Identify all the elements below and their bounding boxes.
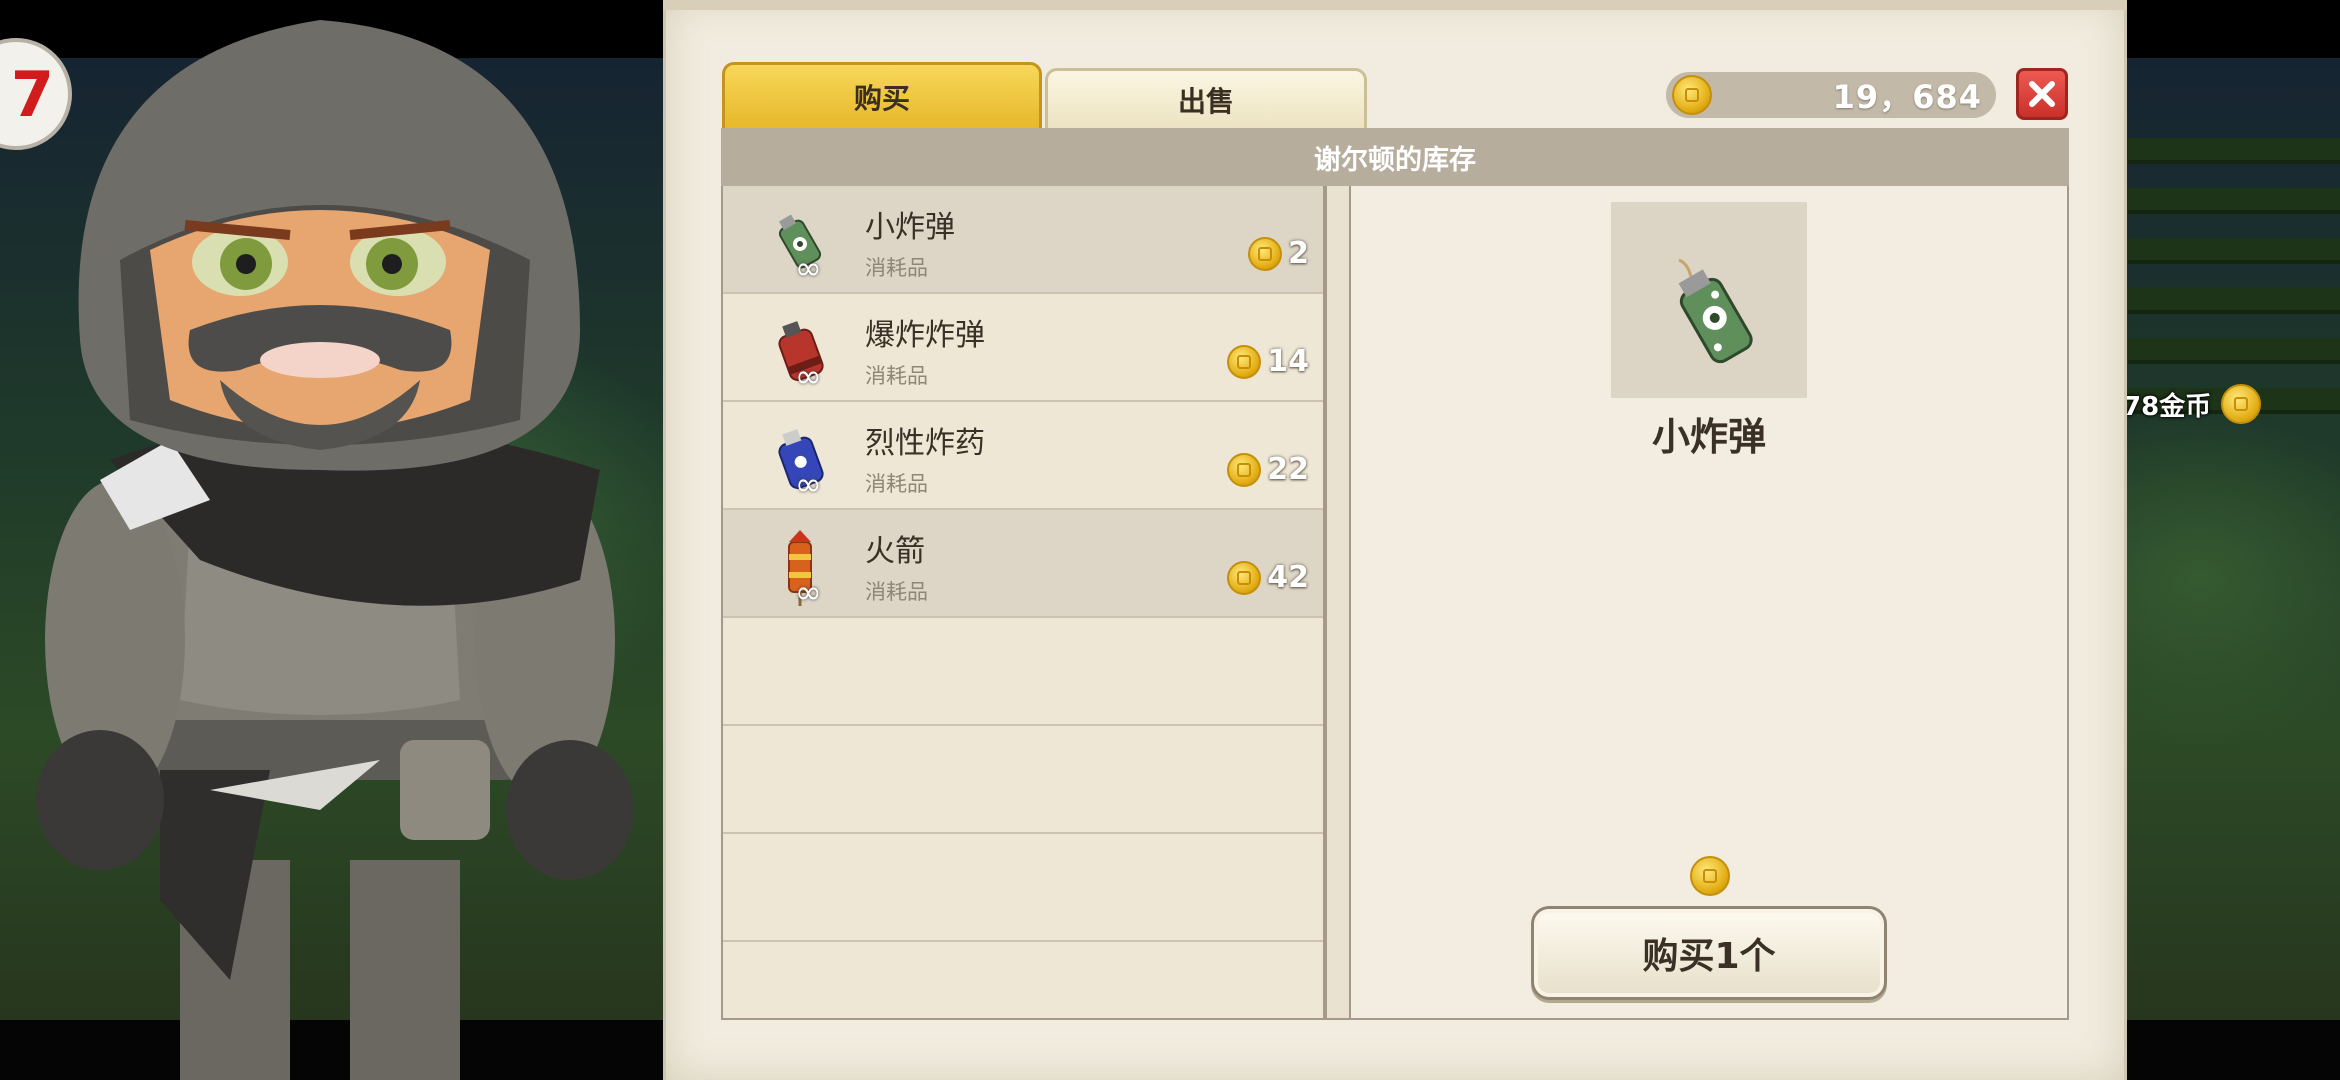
list-item-explosive-bomb[interactable]: ∞ 爆炸炸弹 消耗品 14 [723,294,1323,402]
inventory-title-bar: 谢尔顿的库存 [721,128,2069,186]
coin-icon [1227,452,1262,487]
item-price: 42 [1227,560,1309,595]
item-price: 14 [1227,344,1309,379]
list-item-small-bomb[interactable]: ∞ 小炸弹 消耗品 2 [723,186,1323,294]
empty-list-slot [723,726,1323,834]
item-name: 烈性炸药 [865,426,985,461]
close-button[interactable] [2016,68,2068,120]
item-type: 消耗品 [865,580,928,604]
detail-item-name: 小炸弹 [1651,415,1766,459]
item-price: 2 [1248,236,1309,271]
infinite-stock-icon: ∞ [795,357,822,395]
item-type: 消耗品 [865,364,928,388]
item-price-value: 2 [1288,236,1309,271]
coin-icon [1227,344,1262,379]
item-list: ∞ 小炸弹 消耗品 2 ∞ 爆炸炸弹 消耗品 14 ∞ 烈性炸药 消耗品 22 … [721,186,1325,1020]
merchant-character [36,20,634,1080]
infinite-stock-icon: ∞ [795,465,822,503]
terrain-step [2128,138,2340,164]
infinite-stock-icon: ∞ [795,249,822,287]
terrain-step [2128,338,2340,364]
item-name: 火箭 [865,534,925,569]
item-price-value: 14 [1267,344,1309,379]
item-name: 小炸弹 [865,210,955,245]
item-price: 22 [1227,452,1309,487]
coin-icon [2221,384,2262,424]
buy-one-label: 购买1个 [1642,936,1776,977]
tab-buy-label: 购买 [853,81,910,115]
buy-one-button[interactable]: 购买1个 [1531,906,1887,1000]
item-type: 消耗品 [865,256,928,280]
list-item-rocket[interactable]: ∞ 火箭 消耗品 42 [723,510,1323,618]
infinite-stock-icon: ∞ [795,573,822,611]
coin-icon [1248,236,1283,271]
small-bomb-icon [1678,258,1753,364]
item-type: 消耗品 [865,472,928,496]
list-item-strong-explosive[interactable]: ∞ 烈性炸药 消耗品 22 [723,402,1323,510]
terrain-step [2128,188,2340,214]
coin-icon [1690,856,1730,896]
tab-sell-label: 出售 [1177,84,1234,118]
coin-icon [1227,560,1262,595]
item-price-value: 42 [1267,560,1309,595]
tab-buy[interactable]: 购买 [722,62,1042,128]
empty-list-slot [723,618,1323,726]
item-name: 爆炸炸弹 [865,318,985,353]
coin-icon [1672,75,1712,115]
gold-amount: 19，684 [1832,78,1982,116]
gold-balance: 19，684 [1666,72,1996,118]
tab-sell[interactable]: 出售 [1045,68,1367,128]
list-scrollbar[interactable] [1325,186,1351,1020]
terrain-step [2128,238,2340,264]
terrain-step [2128,288,2340,314]
empty-list-slot [723,834,1323,942]
inventory-title: 谢尔顿的库存 [1314,144,1476,176]
panel-top-edge [663,0,2127,10]
item-price-value: 22 [1267,452,1309,487]
detail-item-image [1611,202,1807,398]
close-icon [2029,81,2055,107]
